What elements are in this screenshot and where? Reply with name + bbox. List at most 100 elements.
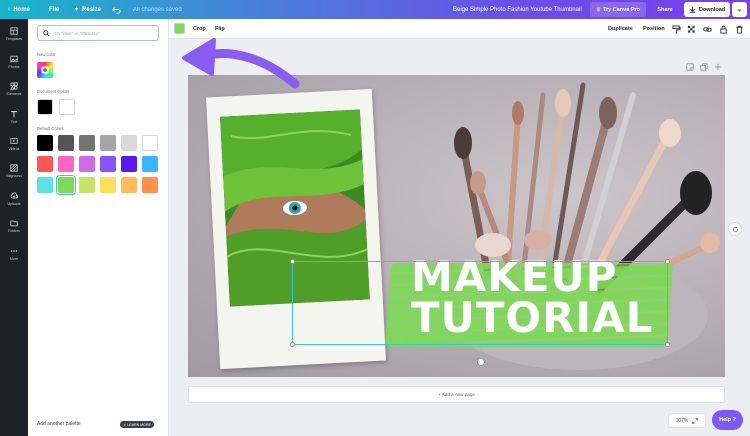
undo-icon (112, 7, 121, 14)
rail-label: Uploads (7, 202, 21, 206)
download-options-button[interactable]: ⌄ (732, 2, 747, 17)
link-icon (703, 26, 712, 32)
rail-label: Elements (6, 92, 22, 96)
rail-item-background[interactable]: Bkground (0, 158, 28, 184)
document-color-swatch[interactable] (37, 99, 53, 115)
transparency-button[interactable] (687, 19, 696, 39)
default-color-swatch[interactable] (100, 156, 116, 172)
default-color-swatch[interactable] (37, 156, 53, 172)
learn-more-badge[interactable]: ♛ LEARN MORE (120, 421, 154, 428)
transparency-icon (687, 25, 695, 33)
rail-item-videos[interactable]: Videos (0, 131, 28, 157)
paint-roller-button[interactable] (672, 19, 681, 39)
saved-status: All changes saved (133, 0, 182, 19)
help-button[interactable]: Help ? (712, 410, 743, 430)
default-color-swatch[interactable] (100, 177, 116, 193)
default-color-swatch[interactable] (58, 135, 74, 151)
trash-icon (736, 25, 743, 34)
duplicate-button[interactable]: Duplicate (608, 19, 633, 39)
default-color-swatch[interactable] (142, 135, 158, 151)
color-search-field[interactable]: Try "blue" or "#00c4cc" (37, 25, 159, 41)
default-color-swatch[interactable] (79, 156, 95, 172)
lock-button[interactable] (719, 19, 728, 39)
rail-label: Templates (5, 37, 23, 41)
default-color-swatch[interactable] (58, 156, 74, 172)
default-color-swatch[interactable] (100, 135, 116, 151)
photos-icon (10, 55, 18, 63)
add-palette-link[interactable]: Add another palette (37, 421, 81, 427)
color-panel: Try "blue" or "#00c4cc" New color Docume… (28, 19, 169, 436)
default-color-swatch[interactable] (58, 177, 74, 193)
rail-item-uploads[interactable]: Uploads (0, 186, 28, 212)
default-color-swatch[interactable] (79, 177, 95, 193)
chevron-left-icon: ‹ (8, 6, 11, 13)
default-color-swatch[interactable] (121, 156, 137, 172)
crown-icon: ♛ (123, 422, 127, 427)
add-page-icon[interactable] (714, 63, 722, 71)
resize-handle[interactable] (665, 259, 670, 264)
share-label: Share (657, 6, 673, 13)
download-button[interactable]: Download (684, 2, 730, 17)
background-icon (10, 164, 18, 172)
rail-item-more[interactable]: More (0, 241, 28, 267)
rail-item-text[interactable]: Text (0, 104, 28, 130)
default-color-swatch[interactable] (37, 135, 53, 151)
refresh-icon (732, 226, 738, 232)
delete-button[interactable] (735, 19, 744, 39)
paint-roller-icon (672, 24, 681, 34)
file-menu[interactable]: File (49, 0, 59, 19)
document-color-swatch[interactable] (59, 99, 75, 115)
rail-label: Text (10, 120, 18, 124)
default-color-swatch[interactable] (79, 135, 95, 151)
folders-icon (10, 220, 18, 227)
rotate-handle[interactable] (477, 358, 485, 366)
resize-label: Resize (82, 6, 102, 13)
resize-handle[interactable] (665, 342, 670, 347)
expand-icon (692, 417, 699, 424)
try-pro-button[interactable]: ♛ Try Canva Pro (590, 2, 646, 17)
templates-icon (10, 27, 18, 35)
annotation-arrow (182, 38, 300, 89)
note-icon[interactable] (686, 63, 694, 71)
plus-icon (41, 66, 49, 74)
rail-label: Videos (8, 147, 20, 151)
default-color-swatch[interactable] (142, 177, 158, 193)
saved-status-text: All changes saved (133, 6, 182, 13)
refresh-button[interactable] (728, 222, 742, 236)
resize-handle[interactable] (290, 259, 295, 264)
learn-more-label: LEARN MORE (127, 422, 151, 427)
copy-page-icon[interactable] (700, 63, 708, 71)
position-button[interactable]: Position (643, 19, 665, 39)
crown-icon: ♛ (596, 6, 601, 13)
share-button[interactable]: Share (651, 2, 679, 17)
rail-item-folders[interactable]: Folders (0, 213, 28, 239)
document-title-text: Beige Simple Photo Fashion Youtube Thumb… (453, 6, 582, 13)
default-color-swatch[interactable] (37, 177, 53, 193)
default-color-swatch[interactable] (121, 177, 137, 193)
document-title[interactable]: Beige Simple Photo Fashion Youtube Thumb… (453, 0, 582, 19)
document-colors-label: Document Colors (37, 89, 70, 94)
file-label: File (49, 6, 60, 13)
rail-item-photos[interactable]: Photos (0, 49, 28, 75)
rail-label: Bkground (6, 174, 22, 178)
uploads-icon (10, 192, 18, 199)
new-color-button[interactable] (37, 62, 53, 78)
rail-label: More (9, 257, 19, 261)
undo-button[interactable] (112, 0, 121, 19)
default-color-swatch[interactable] (142, 156, 158, 172)
new-color-label: New color (37, 52, 56, 57)
resize-button[interactable]: ✦ Resize (74, 0, 101, 19)
add-page-button[interactable]: + Add a new page (188, 386, 725, 403)
rail-item-templates[interactable]: Templates (0, 21, 28, 47)
selection-box[interactable] (290, 259, 670, 366)
elements-icon (10, 82, 18, 90)
resize-handle[interactable] (290, 342, 295, 347)
zoom-control[interactable]: 107% (668, 413, 706, 428)
home-button[interactable]: ‹ Home (8, 0, 30, 19)
design-canvas[interactable]: MAKEUP TUTORIAL (188, 75, 725, 377)
link-button[interactable] (703, 19, 712, 39)
rail-item-elements[interactable]: Elements (0, 76, 28, 102)
side-rail: Templates Photos Elements Text Videos Bk… (0, 19, 28, 436)
color-search-placeholder: Try "blue" or "#00c4cc" (54, 30, 100, 36)
default-color-swatch[interactable] (121, 135, 137, 151)
